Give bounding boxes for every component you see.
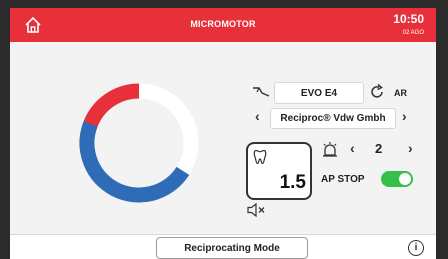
clock: 10:50 02 AGO [393,13,424,39]
mode-label: Reciprocating Mode [184,242,280,254]
manufacturer-next-button[interactable]: › [402,108,407,124]
apex-stop-label: AP STOP [321,174,365,185]
clock-time: 10:50 [393,12,424,26]
manufacturer-field[interactable]: Reciproc® Vdw Gmbh [270,108,396,129]
rotation-mode-label: AR [394,88,407,98]
screen-title: MICROMOTOR [190,19,256,29]
clock-date: 02 AGO [402,30,424,36]
tooth-icon [253,149,267,165]
file-system-name: EVO E4 [300,87,338,99]
mode-button[interactable]: Reciprocating Mode [156,237,308,259]
mute-icon[interactable] [247,203,267,217]
manufacturer-name: Reciproc® Vdw Gmbh [280,113,386,124]
gauge-arc-red [79,83,199,203]
speed-decrease-button[interactable]: ‹ [350,140,355,156]
gauge-arc-blue [79,83,199,203]
speed-level-value: 2 [375,141,383,156]
touch-screen: MICROMOTOR 10:50 02 AGO EVO E4 AR ‹ Reci… [10,8,436,259]
torque-box[interactable]: 1.5 [246,142,312,200]
manufacturer-prev-button[interactable]: ‹ [255,108,260,124]
apex-stop-toggle[interactable] [381,171,413,187]
info-icon[interactable]: i [408,240,424,256]
speed-alarm-icon [323,142,337,157]
speed-gauge [79,83,199,203]
speed-increase-button[interactable]: › [408,140,413,156]
file-system-icon [253,87,270,97]
toggle-knob [399,173,411,185]
file-system-field[interactable]: EVO E4 [274,82,364,104]
header-bar: MICROMOTOR 10:50 02 AGO [10,8,436,42]
rotation-icon[interactable] [368,83,386,101]
torque-value: 1.5 [279,172,306,193]
